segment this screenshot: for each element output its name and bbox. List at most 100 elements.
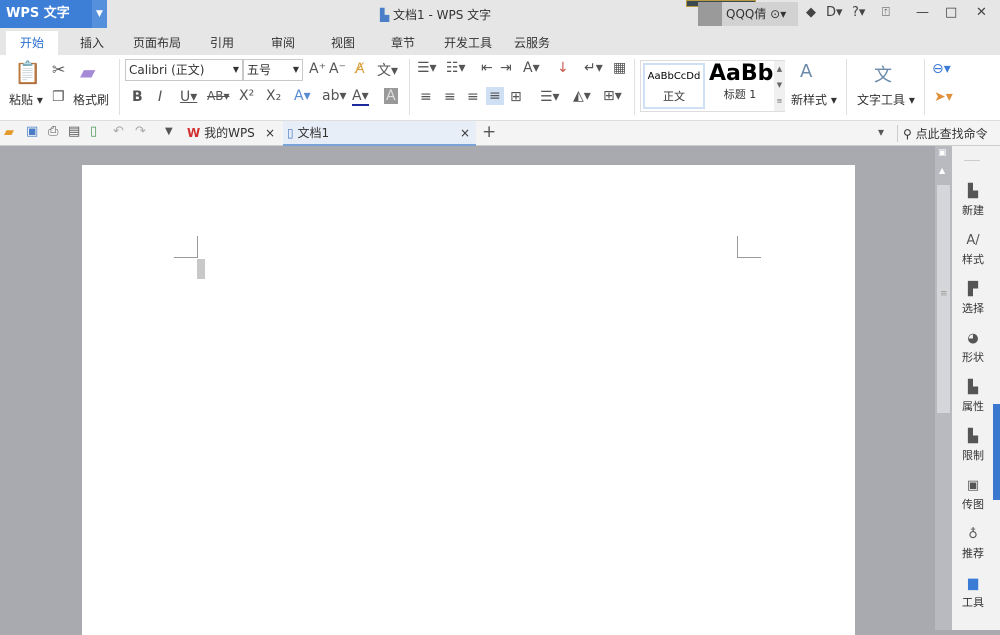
export-icon[interactable]: ⎙ xyxy=(48,124,58,139)
tab-cloud[interactable]: 云服务 xyxy=(514,34,550,51)
side-restrict[interactable]: ▙ 限制 xyxy=(952,429,994,463)
align-right-icon[interactable]: ≡ xyxy=(467,89,479,105)
find-replace-icon[interactable]: ⊖▾ xyxy=(932,61,951,77)
tab-start[interactable]: 开始 xyxy=(6,31,59,55)
side-select[interactable]: ▛ 选择 xyxy=(952,282,994,316)
split-icon[interactable]: ▣ xyxy=(938,148,947,158)
show-marks-icon[interactable]: ↵▾ xyxy=(584,60,603,76)
format-painter-icon[interactable]: ▰ xyxy=(80,60,95,84)
close-tab-icon[interactable]: × xyxy=(265,121,275,146)
subscript-icon[interactable]: X₂ xyxy=(266,88,281,104)
text-effect-icon[interactable]: A▾ xyxy=(294,88,311,104)
increase-indent-icon[interactable]: ⇥ xyxy=(500,60,512,76)
cut-icon[interactable]: ✂ xyxy=(52,60,65,79)
tab-review[interactable]: 审阅 xyxy=(271,34,295,51)
properties-icon: ▙ xyxy=(968,380,978,395)
side-recommend[interactable]: ♁ 推荐 xyxy=(952,527,994,561)
borders-icon[interactable]: ⊞▾ xyxy=(603,88,622,104)
close-button[interactable]: ✕ xyxy=(976,5,987,20)
phonetic-icon[interactable]: 文▾ xyxy=(377,60,398,80)
quick-access-bar: ▰ ▣ ⎙ ▤ ▯ ↶ ↷ ▼ W 我的WPS × ▯ 文档1 × + ▾ ⚲ 点此… xyxy=(0,121,1000,146)
font-select[interactable]: Calibri (正文) ▼ xyxy=(125,59,243,81)
user-account[interactable]: QQQ倩 ⊙▾ xyxy=(698,2,798,26)
tab-developer[interactable]: 开发工具 xyxy=(444,34,492,51)
maximize-button[interactable]: □ xyxy=(945,5,957,20)
restore-ribbon-icon[interactable]: ⍐ xyxy=(882,5,890,20)
font-color-icon[interactable]: A▾ xyxy=(352,88,369,106)
open-icon[interactable]: ▰ xyxy=(4,125,14,140)
scrollbar-thumb[interactable]: ≡ xyxy=(937,185,950,413)
new-style-button[interactable]: 新样式 ▾ xyxy=(791,91,837,108)
change-case-icon[interactable]: A▾ xyxy=(523,60,540,76)
numbering-icon[interactable]: ☷▾ xyxy=(446,60,466,76)
paste-icon[interactable]: 📋 xyxy=(14,61,41,86)
shading-icon[interactable]: ◭▾ xyxy=(573,88,591,104)
font-size-select[interactable]: 五号 ▼ xyxy=(243,59,303,81)
side-shapes[interactable]: ◕ 形状 xyxy=(952,331,994,365)
styles-scroll[interactable]: ▲ ▼ ≡ xyxy=(774,61,785,111)
document-page[interactable] xyxy=(82,165,855,635)
table-icon[interactable]: ▦ xyxy=(613,60,626,76)
copy-icon[interactable]: ❐ xyxy=(52,89,65,105)
tab-references[interactable]: 引用 xyxy=(210,34,234,51)
bold-icon[interactable]: B xyxy=(132,89,143,105)
bullets-icon[interactable]: ☰▾ xyxy=(417,60,437,76)
side-tools[interactable]: ▆ 工具 xyxy=(952,576,994,610)
side-new[interactable]: ▙ 新建 xyxy=(952,184,994,218)
new-tab-icon[interactable]: + xyxy=(482,122,496,142)
strikethrough-icon[interactable]: AB▾ xyxy=(207,89,229,103)
text-tools-button[interactable]: 文字工具 ▾ xyxy=(857,91,915,108)
save-icon[interactable]: ▣ xyxy=(26,124,38,139)
customize-icon[interactable]: ▼ xyxy=(165,126,173,137)
tab-insert[interactable]: 插入 xyxy=(80,34,104,51)
chevron-down-icon[interactable]: ▼ xyxy=(92,0,107,28)
print-icon[interactable]: ▤ xyxy=(68,124,80,139)
shrink-font-icon[interactable]: A⁻ xyxy=(329,61,346,77)
text-tools-icon[interactable]: 文 xyxy=(874,61,892,87)
doc-tab-my-wps[interactable]: W 我的WPS × xyxy=(183,121,281,146)
highlight-icon[interactable]: ab▾ xyxy=(322,88,347,104)
select-icon[interactable]: ➤▾ xyxy=(934,89,953,105)
tab-section[interactable]: 章节 xyxy=(391,34,415,51)
new-style-icon[interactable]: A xyxy=(800,61,812,82)
command-search[interactable]: ⚲ 点此查找命令 xyxy=(903,125,988,142)
grow-font-icon[interactable]: A⁺ xyxy=(309,61,326,77)
italic-icon[interactable]: I xyxy=(158,89,162,105)
decrease-indent-icon[interactable]: ⇤ xyxy=(481,60,493,76)
undo-icon[interactable]: ↶ xyxy=(113,124,124,139)
align-center-icon[interactable]: ≡ xyxy=(444,89,456,105)
superscript-icon[interactable]: X² xyxy=(239,88,254,104)
tab-view[interactable]: 视图 xyxy=(331,34,355,51)
tab-page-layout[interactable]: 页面布局 xyxy=(133,34,181,51)
pin-icon[interactable]: ▾ xyxy=(878,125,884,139)
distribute-icon[interactable]: ⊞ xyxy=(510,89,522,105)
avatar xyxy=(698,2,722,26)
skin-icon[interactable]: ◆ xyxy=(806,5,816,20)
side-styles[interactable]: A/样式 xyxy=(952,233,994,267)
paste-button[interactable]: 粘贴 ▾ xyxy=(9,91,43,108)
scroll-up-icon[interactable]: ▲ xyxy=(939,166,945,175)
wps-menu-button[interactable]: WPS 文字 ▼ xyxy=(0,0,107,28)
divider xyxy=(119,59,120,115)
help-icon[interactable]: ?▾ xyxy=(852,5,865,20)
minimize-button[interactable]: — xyxy=(916,5,929,20)
align-left-icon[interactable]: ≡ xyxy=(420,89,432,105)
print-preview-icon[interactable]: ▯ xyxy=(90,124,97,139)
redo-icon[interactable]: ↷ xyxy=(135,124,146,139)
format-painter-button[interactable]: 格式刷 xyxy=(73,91,109,108)
underline-icon[interactable]: U▾ xyxy=(180,89,197,105)
style-normal[interactable]: AaBbCcDd 正文 xyxy=(643,63,705,109)
panel-collapse-tab[interactable] xyxy=(993,404,1000,500)
close-tab-icon[interactable]: × xyxy=(460,121,470,146)
line-spacing-icon[interactable]: ☰▾ xyxy=(540,89,560,105)
style-heading1[interactable]: AaBb 标题 1 xyxy=(707,61,773,111)
side-properties[interactable]: ▙ 属性 xyxy=(952,380,994,414)
clear-format-icon[interactable]: A̸ xyxy=(355,61,365,77)
feedback-icon[interactable]: D▾ xyxy=(826,5,843,20)
side-upload-image[interactable]: ▣ 传图 xyxy=(952,478,994,512)
doc-tab-document1[interactable]: ▯ 文档1 × xyxy=(283,121,476,146)
user-name: QQQ倩 xyxy=(726,7,767,21)
justify-icon[interactable]: ≡ xyxy=(486,87,504,105)
char-shading-icon[interactable]: A xyxy=(384,88,398,104)
sort-icon[interactable]: ↓ xyxy=(557,60,569,76)
